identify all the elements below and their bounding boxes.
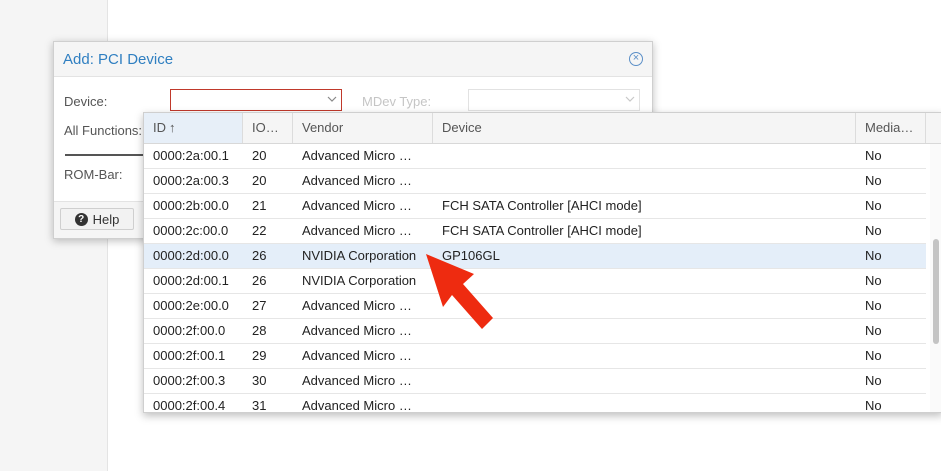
cell-id: 0000:2f:00.0 [153, 323, 226, 338]
column-header-label: Media… [865, 120, 914, 135]
grid-header: ID ↑ IO… Vendor Device Media… [144, 113, 941, 144]
table-row[interactable]: 0000:2c:00.0 22 Advanced Micro … FCH SATA C… [144, 219, 926, 244]
cell-media: No [865, 273, 882, 288]
help-button[interactable]: ? Help [60, 208, 134, 230]
cell-io: 26 [252, 248, 267, 263]
cell-id: 0000:2f:00.1 [153, 348, 226, 363]
cell-device [433, 394, 856, 412]
cell-io: 20 [252, 173, 267, 188]
cell-media: No [865, 223, 882, 238]
cell-media: No [865, 298, 882, 313]
chevron-down-icon[interactable] [327, 94, 337, 104]
cell-vendor: Advanced Micro … [302, 298, 412, 313]
all-functions-label: All Functions: [64, 123, 143, 138]
cell-id: 0000:2f:00.3 [153, 373, 226, 388]
cell-device [433, 169, 856, 193]
table-row[interactable]: 0000:2f:00.0 28 Advanced Micro … No [144, 319, 926, 344]
cell-device: FCH SATA Controller [AHCI mode] [442, 223, 642, 238]
mdev-type-label: MDev Type: [362, 94, 432, 109]
chevron-down-icon[interactable] [625, 94, 635, 104]
cell-vendor: NVIDIA Corporation [302, 248, 417, 263]
dialog-header: Add: PCI Device × [54, 42, 652, 77]
grid-scrollbar[interactable] [930, 144, 941, 412]
cell-io: 30 [252, 373, 267, 388]
table-row[interactable]: 0000:2e:00.0 27 Advanced Micro … No [144, 294, 926, 319]
cell-device [433, 344, 856, 368]
cell-id: 0000:2d:00.0 [153, 248, 229, 263]
cell-io: 29 [252, 348, 267, 363]
table-row[interactable]: 0000:2d:00.1 26 NVIDIA Corporation No [144, 269, 926, 294]
cell-io: 28 [252, 323, 267, 338]
table-row[interactable]: 0000:2f:00.1 29 Advanced Micro … No [144, 344, 926, 369]
table-row[interactable]: 0000:2f:00.4 31 Advanced Micro … No [144, 394, 926, 413]
column-header-device[interactable]: Device [433, 113, 856, 143]
cell-io: 27 [252, 298, 267, 313]
divider [65, 154, 155, 156]
table-row[interactable]: 0000:2a:00.3 20 Advanced Micro … No [144, 169, 926, 194]
column-header-vendor[interactable]: Vendor [293, 113, 433, 143]
cell-device [433, 369, 856, 393]
cell-vendor: Advanced Micro … [302, 223, 412, 238]
cell-io: 22 [252, 223, 267, 238]
scrollbar-thumb[interactable] [933, 239, 939, 344]
cell-io: 20 [252, 148, 267, 163]
cell-media: No [865, 248, 882, 263]
cell-io: 26 [252, 273, 267, 288]
cell-io: 21 [252, 198, 267, 213]
mdev-type-combobox[interactable] [468, 89, 640, 111]
column-header-id[interactable]: ID ↑ [144, 113, 243, 143]
cell-vendor: Advanced Micro … [302, 323, 412, 338]
column-header-iommu[interactable]: IO… [243, 113, 293, 143]
rom-bar-label: ROM-Bar: [64, 167, 123, 182]
help-icon: ? [74, 212, 88, 226]
pci-device-dropdown-grid: ID ↑ IO… Vendor Device Media… 0000:2a:00.… [143, 112, 941, 413]
cell-vendor: Advanced Micro … [302, 398, 412, 413]
table-row[interactable]: 0000:2b:00.0 21 Advanced Micro … FCH SATA C… [144, 194, 926, 219]
cell-vendor: Advanced Micro … [302, 198, 412, 213]
column-header-label: IO… [252, 120, 279, 135]
help-button-label: Help [92, 211, 120, 227]
cell-media: No [865, 148, 882, 163]
cell-id: 0000:2e:00.0 [153, 298, 229, 313]
cell-media: No [865, 198, 882, 213]
cell-id: 0000:2a:00.3 [153, 173, 229, 188]
cell-vendor: Advanced Micro … [302, 373, 412, 388]
cell-id: 0000:2a:00.1 [153, 148, 229, 163]
cell-vendor: Advanced Micro … [302, 173, 412, 188]
table-row[interactable]: 0000:2f:00.3 30 Advanced Micro … No [144, 369, 926, 394]
cell-media: No [865, 398, 882, 413]
cell-media: No [865, 323, 882, 338]
cell-vendor: Advanced Micro … [302, 148, 412, 163]
column-header-label: Device [442, 120, 482, 135]
cell-media: No [865, 348, 882, 363]
cell-vendor: Advanced Micro … [302, 348, 412, 363]
table-row[interactable]: 0000:2a:00.1 20 Advanced Micro … No [144, 144, 926, 169]
cell-id: 0000:2f:00.4 [153, 398, 226, 413]
device-label: Device: [64, 94, 108, 109]
pointer-arrow-icon [426, 254, 493, 329]
cell-io: 31 [252, 398, 267, 413]
cell-id: 0000:2c:00.0 [153, 223, 229, 238]
sort-ascending-icon: ↑ [169, 120, 176, 135]
cell-id: 0000:2d:00.1 [153, 273, 229, 288]
dialog-title: Add: PCI Device [63, 51, 174, 68]
cell-vendor: NVIDIA Corporation [302, 273, 417, 288]
column-header-mediated[interactable]: Media… [856, 113, 926, 143]
close-icon[interactable]: × [629, 52, 643, 66]
cell-media: No [865, 373, 882, 388]
table-row[interactable]: 0000:2d:00.0 26 NVIDIA Corporation GP106GL N… [144, 244, 926, 269]
cell-id: 0000:2b:00.0 [153, 198, 229, 213]
cell-device: FCH SATA Controller [AHCI mode] [442, 198, 642, 213]
cell-media: No [865, 173, 882, 188]
grid-body: 0000:2a:00.1 20 Advanced Micro … No 0000:2a:… [144, 144, 926, 413]
cell-device [433, 144, 856, 168]
column-header-label: Vendor [302, 120, 344, 135]
column-header-label: ID [153, 120, 166, 135]
device-combobox[interactable] [170, 89, 342, 111]
